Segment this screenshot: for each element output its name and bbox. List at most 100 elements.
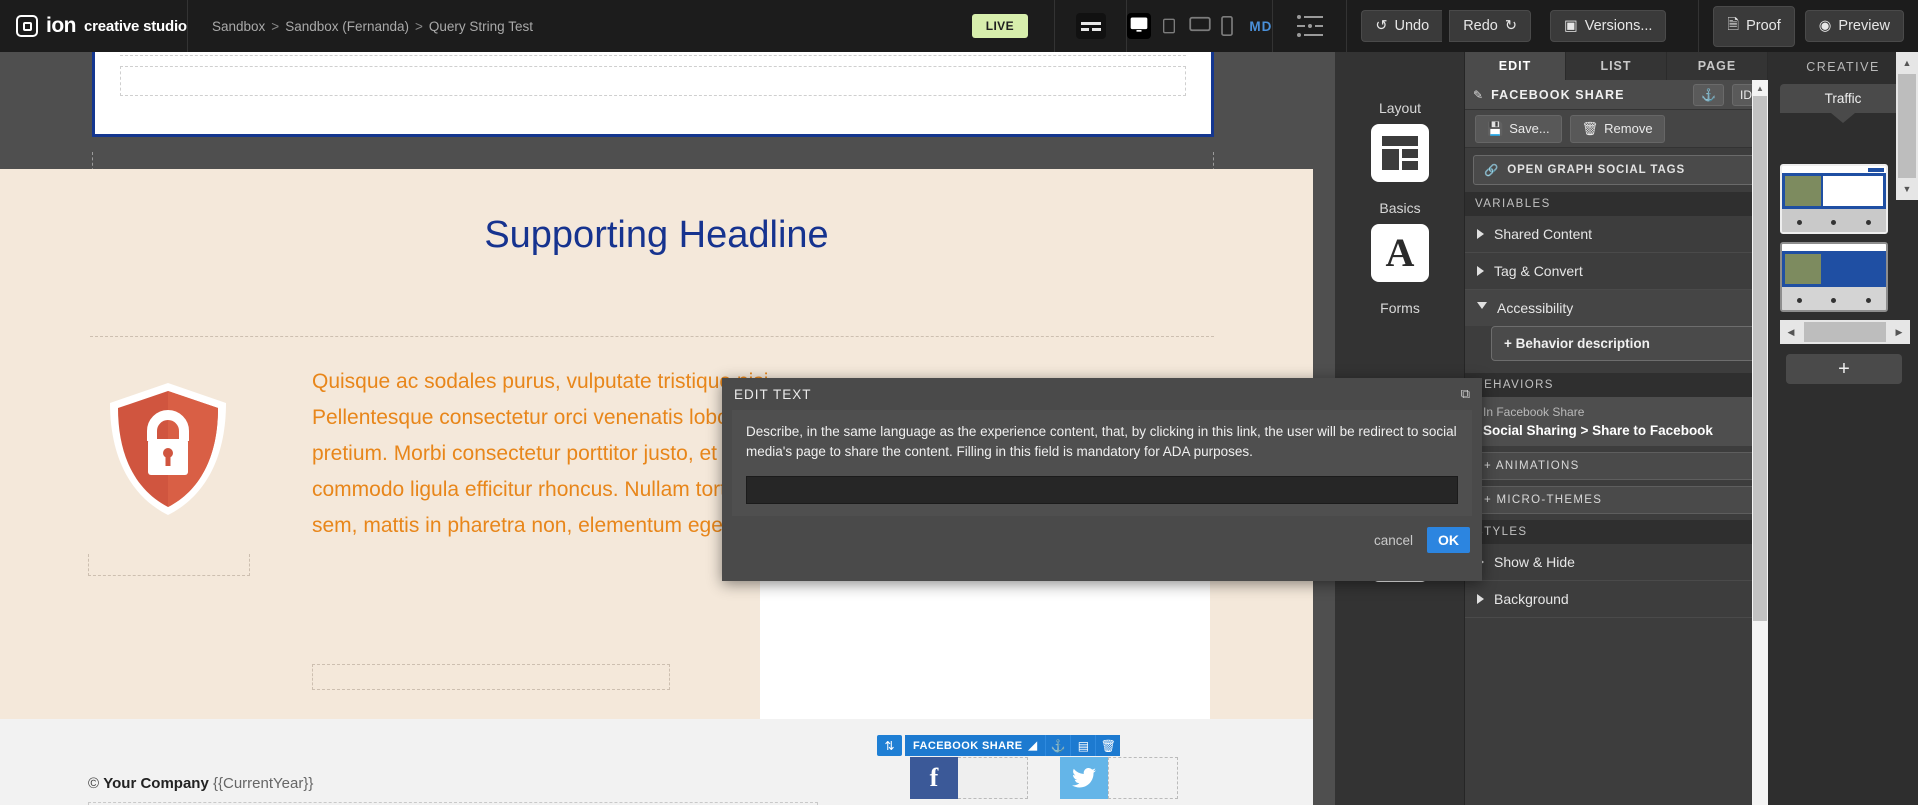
scroll-down-arrow[interactable]: ▼ (1896, 178, 1918, 200)
redo-label: Redo (1463, 18, 1498, 34)
accordion-show-and-hide[interactable]: Show & Hide (1465, 544, 1768, 581)
delete-icon[interactable]: 🗑 (1095, 735, 1121, 756)
breadcrumb-item-1[interactable]: Sandbox (Fernanda) (285, 19, 409, 34)
breadcrumb-item-0[interactable]: Sandbox (212, 19, 265, 34)
brand-logo[interactable]: ion creative studio (0, 0, 188, 52)
chevron-right-icon (1477, 229, 1484, 239)
tab-list[interactable]: LIST (1566, 52, 1667, 80)
save-button[interactable]: 💾 Save... (1475, 114, 1562, 143)
form-layout-icon[interactable] (1075, 13, 1106, 39)
accordion-background[interactable]: Background (1465, 581, 1768, 618)
twitter-slot[interactable] (1108, 757, 1178, 799)
accordion-label: Show & Hide (1494, 554, 1575, 570)
settings-sliders-cell[interactable] (1273, 0, 1348, 52)
device-switcher: MD (1127, 0, 1274, 52)
expand-dialog-icon[interactable]: ⧉ (1461, 386, 1470, 402)
accordion-shared-content[interactable]: Shared Content (1465, 216, 1768, 253)
dialog-description: Describe, in the same language as the ex… (746, 424, 1457, 459)
tablet-landscape-icon[interactable] (1189, 16, 1212, 36)
palette-label: Forms (1380, 300, 1420, 316)
accordion-tag-and-convert[interactable]: Tag & Convert (1465, 253, 1768, 290)
icon-placeholder-slot[interactable] (88, 554, 250, 576)
brand-subtitle: creative studio (84, 17, 187, 35)
scroll-up-arrow[interactable]: ▲ (1752, 80, 1768, 96)
behavior-description-input[interactable] (746, 476, 1458, 504)
scroll-right-arrow[interactable]: ▶ (1888, 327, 1910, 338)
live-badge[interactable]: LIVE (971, 14, 1028, 38)
palette-item-forms[interactable]: Forms (1335, 300, 1465, 324)
pencil-icon[interactable]: ✎ (1473, 88, 1483, 102)
chevron-down-icon (1477, 302, 1487, 314)
add-behavior-description-button[interactable]: + Behavior description (1491, 326, 1756, 361)
open-graph-social-tags-button[interactable]: 🔗 OPEN GRAPH SOCIAL TAGS (1473, 155, 1760, 185)
panel-scroll-thumb[interactable] (1753, 96, 1767, 621)
add-page-button[interactable]: + (1786, 354, 1902, 384)
thumbnail-scroll-thumb[interactable] (1898, 74, 1916, 178)
save-disk-icon: 💾 (1487, 120, 1504, 136)
page-thumbnail[interactable] (1780, 242, 1888, 312)
copyright-text[interactable]: © Your Company {{CurrentYear}} (88, 775, 313, 792)
facebook-share-button[interactable]: f (910, 757, 958, 799)
thumb-topbar (1782, 166, 1886, 173)
mobile-icon[interactable] (1221, 16, 1239, 36)
scroll-up-arrow[interactable]: ▲ (1896, 52, 1918, 74)
panel-scrollbar[interactable]: ▲ (1752, 80, 1768, 805)
copyright-symbol: © (88, 775, 100, 792)
palette-item-layout[interactable]: Layout (1335, 100, 1465, 182)
hscroll-thumb[interactable] (1804, 322, 1886, 342)
pin-icon[interactable]: ⚓ (1045, 735, 1071, 756)
thumb-topbar (1782, 244, 1886, 251)
remove-button[interactable]: 🗑 Remove (1569, 114, 1665, 143)
placeholder-slot[interactable] (120, 66, 1186, 96)
facebook-slot[interactable] (958, 757, 1028, 799)
sliders-icon[interactable] (1296, 15, 1323, 37)
scroll-left-arrow[interactable]: ◀ (1780, 327, 1802, 338)
creative-panel: CREATIVE Traffic ▲ ▼ ◀ ▶ + (1768, 52, 1918, 805)
cancel-button[interactable]: cancel (1374, 533, 1413, 548)
tab-edit[interactable]: EDIT (1465, 52, 1566, 80)
animations-section-toggle[interactable]: + ANIMATIONS (1473, 452, 1760, 480)
accordion-accessibility[interactable]: Accessibility (1465, 290, 1768, 326)
redo-button[interactable]: Redo ↻ (1449, 10, 1532, 42)
thumbnail-scrollbar[interactable]: ▲ ▼ (1896, 52, 1918, 200)
page-thumbnail[interactable] (1780, 164, 1888, 234)
micro-themes-section-toggle[interactable]: + MICRO-THEMES (1473, 486, 1760, 514)
thumb-hero (1782, 173, 1886, 209)
edit-text-dialog[interactable]: EDIT TEXT ⧉ Describe, in the same langua… (722, 378, 1482, 581)
preview-button[interactable]: ◉ Preview (1804, 10, 1904, 42)
undo-button[interactable]: ↺ Undo (1361, 10, 1443, 42)
tablet-icon[interactable] (1161, 16, 1179, 36)
body-placeholder-slot[interactable] (312, 664, 670, 690)
palette-item-basics[interactable]: Basics A (1335, 200, 1465, 282)
form-view-cell[interactable] (1055, 0, 1128, 52)
layout-grid-icon[interactable] (1371, 124, 1429, 182)
behavior-item[interactable]: In Facebook Share Social Sharing > Share… (1473, 397, 1760, 446)
desktop-icon[interactable] (1127, 13, 1152, 39)
ok-button[interactable]: OK (1427, 527, 1470, 553)
traffic-tag[interactable]: Traffic (1780, 84, 1906, 113)
page-headline[interactable]: Supporting Headline (0, 214, 1313, 257)
facebook-share-component[interactable]: ⇅ FACEBOOK SHARE ◢ ⚓ ▤ 🗑 f Share (877, 735, 1178, 799)
page-thumbnails (1780, 164, 1888, 320)
breakpoint-label[interactable]: MD (1249, 19, 1272, 34)
anchor-icon[interactable]: ⚓ (1693, 83, 1724, 106)
breadcrumb-item-2[interactable]: Query String Test (429, 19, 533, 34)
versions-button[interactable]: ▣ Versions... (1550, 10, 1667, 42)
selected-section-block[interactable] (92, 52, 1214, 137)
variables-section-header: VARIABLES (1465, 192, 1768, 216)
letter-a-icon[interactable]: A (1371, 224, 1429, 282)
trash-icon: 🗑 (1581, 120, 1599, 136)
element-actions: 💾 Save... 🗑 Remove (1465, 110, 1768, 148)
accordion-label: Shared Content (1494, 226, 1593, 242)
component-title: FACEBOOK SHARE ◢ (905, 735, 1046, 756)
properties-panel: EDIT LIST PAGE ✎ FACEBOOK SHARE ⚓ ID 💾 S… (1465, 52, 1768, 805)
shield-lock-icon[interactable] (88, 369, 248, 529)
body-paragraph[interactable]: Quisque ac sodales purus, vulputate tris… (312, 364, 792, 544)
proof-button[interactable]: 🗎 Proof (1713, 5, 1795, 47)
thumbnail-hscrollbar[interactable]: ◀ ▶ (1780, 320, 1910, 344)
resize-icon[interactable]: ◢ (1029, 739, 1038, 752)
twitter-share-button[interactable] (1060, 757, 1108, 799)
duplicate-icon[interactable]: ▤ (1070, 735, 1096, 756)
move-handle-icon[interactable]: ⇅ (877, 735, 902, 756)
tab-page[interactable]: PAGE (1667, 52, 1768, 80)
